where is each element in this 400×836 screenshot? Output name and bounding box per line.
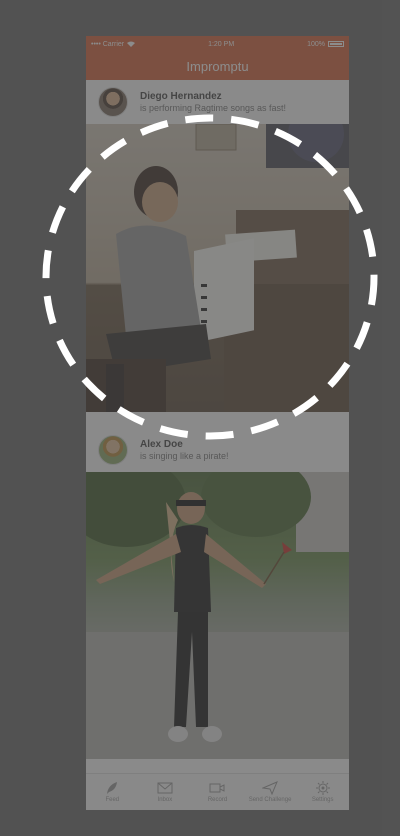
tab-label: Record: [207, 797, 228, 803]
feed-post[interactable]: Diego Hernandez is performing Ragtime so…: [86, 80, 349, 412]
paper-plane-icon: [262, 781, 279, 795]
tab-label: Inbox: [157, 797, 173, 803]
tab-bar: Feed Inbox Record Send Challenge Setting…: [86, 773, 349, 810]
pirate-photo-illustration: [86, 472, 349, 759]
envelope-icon: [157, 782, 173, 794]
post-header: Alex Doe is singing like a pirate!: [86, 428, 349, 472]
tab-settings[interactable]: Settings: [297, 781, 349, 803]
avatar[interactable]: [98, 435, 128, 465]
post-separator: [86, 412, 349, 428]
status-left: •••• Carrier: [91, 40, 136, 48]
post-photo[interactable]: [86, 124, 349, 412]
tab-inbox[interactable]: Inbox: [139, 781, 191, 803]
tab-send-challenge[interactable]: Send Challenge: [244, 781, 296, 803]
tutorial-screen: •••• Carrier 1:20 PM 100% Impromptu Dieg…: [0, 0, 400, 836]
wifi-icon: [127, 41, 136, 47]
avatar[interactable]: [98, 87, 128, 117]
tab-record[interactable]: Record: [191, 781, 243, 803]
tab-label: Feed: [105, 797, 120, 803]
piano-photo-illustration: [86, 124, 349, 412]
battery-label: 100%: [307, 40, 325, 48]
tab-feed[interactable]: Feed: [86, 781, 138, 803]
post-author[interactable]: Alex Doe: [140, 439, 229, 450]
battery-icon: [328, 41, 344, 47]
post-author[interactable]: Diego Hernandez: [140, 91, 286, 102]
status-bar: •••• Carrier 1:20 PM 100%: [86, 36, 349, 52]
feed-post[interactable]: Alex Doe is singing like a pirate!: [86, 428, 349, 759]
post-meta: Alex Doe is singing like a pirate!: [140, 439, 229, 461]
post-caption: is singing like a pirate!: [140, 451, 229, 461]
status-right: 100%: [307, 41, 344, 48]
phone-screen: •••• Carrier 1:20 PM 100% Impromptu Dieg…: [86, 36, 349, 810]
tab-label: Send Challenge: [248, 797, 292, 803]
gear-icon: [315, 781, 330, 795]
camera-icon: [209, 783, 225, 793]
status-time: 1:20 PM: [208, 40, 235, 48]
feather-icon: [107, 782, 118, 794]
post-header: Diego Hernandez is performing Ragtime so…: [86, 80, 349, 124]
post-photo[interactable]: [86, 472, 349, 759]
carrier-label: •••• Carrier: [91, 40, 125, 48]
nav-bar: Impromptu: [86, 52, 349, 80]
post-meta: Diego Hernandez is performing Ragtime so…: [140, 91, 286, 113]
tab-label: Settings: [311, 797, 334, 803]
post-caption: is performing Ragtime songs as fast!: [140, 103, 287, 113]
app-title: Impromptu: [186, 58, 249, 74]
